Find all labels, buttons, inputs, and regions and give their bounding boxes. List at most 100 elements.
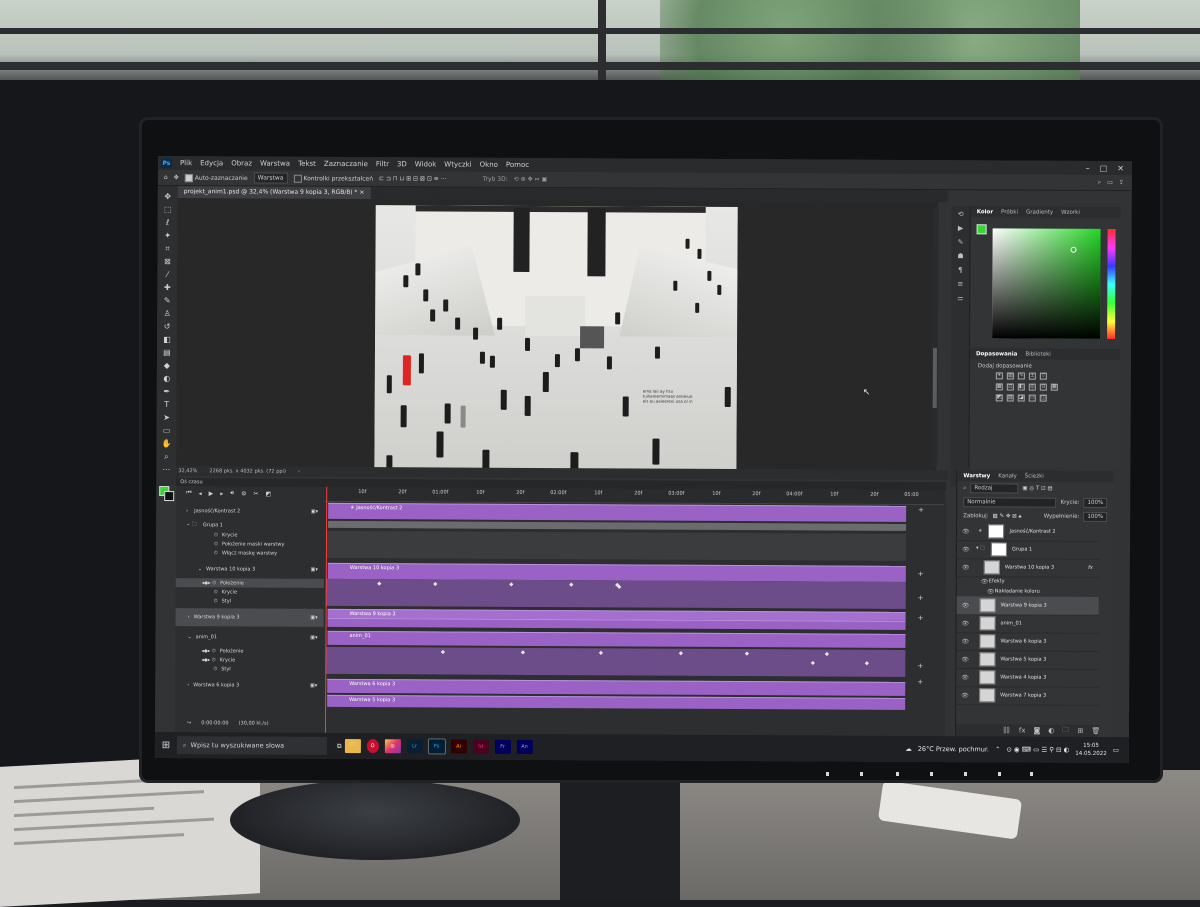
lightroom-icon[interactable]: Lr [406,739,423,754]
menu-layer[interactable]: Warstwa [256,160,294,168]
blur-tool-icon[interactable]: ◆ [162,361,172,371]
clip-bar[interactable]: anim_01 [327,630,906,648]
background-color-swatch[interactable] [164,491,175,502]
document-tab[interactable]: projekt_anim1.psd @ 32,4% (Warstwa 9 kop… [177,186,371,200]
add-media-icon[interactable]: + [918,506,926,514]
timeline-tracks[interactable]: ☀ Jasność/Kontrast 2 Warstwa 10 kopia 3 … [325,501,907,736]
track-header[interactable] [175,694,323,703]
group-bar[interactable] [328,520,907,531]
go-first-frame-icon[interactable]: ⏮ [186,489,191,497]
clip-bar[interactable]: ☀ Jasność/Kontrast 2 [328,502,907,522]
next-frame-icon[interactable]: ▸ [220,490,223,497]
visibility-eye-icon[interactable]: 👁︎ [962,546,970,553]
layer-row[interactable]: 👁︎ Warstwa 10 kopia 3 fx [956,558,1099,578]
transform-controls-checkbox[interactable]: Kontrolki przekształceń [293,174,373,183]
previous-frame-icon[interactable]: ◂ [199,490,202,497]
tray-chevron-icon[interactable]: ⌃ [995,745,1000,753]
visibility-eye-icon[interactable]: 👁︎ [987,588,995,595]
more-tools-icon[interactable]: ⋯ [161,465,171,475]
fx-icon[interactable]: fx [1088,565,1099,571]
visibility-eye-icon[interactable]: 👁︎ [981,578,989,585]
add-media-icon[interactable]: + [917,678,925,686]
layer-row[interactable]: 👁︎ ▾ 🗀︎ Grupa 1 [956,540,1099,560]
stopwatch-icon[interactable]: ⏱ [214,589,218,595]
link-icon[interactable]: ⛓︎ [1002,726,1011,734]
people-icon[interactable]: ☗ [955,252,965,260]
type-tool-icon[interactable]: T [162,400,172,410]
layer-row[interactable]: 👁︎ anim_01 [956,614,1099,634]
canvas-area[interactable]: ama laii ay hsu tuiliareemimaas ereieiue… [176,198,938,472]
share-icon[interactable]: ⇪ [1119,179,1132,186]
healing-brush-icon[interactable]: ✚ [162,283,172,293]
visibility-eye-icon[interactable]: 👁︎ [962,564,970,571]
opacity-input[interactable]: 100% [1083,497,1108,508]
lock-icons[interactable]: ▦ ✎ ✥ ⊠ 🔒︎ [993,513,1022,520]
visibility-eye-icon[interactable]: 👁︎ [961,674,969,681]
weather-text[interactable]: 26°C Przew. pochmur. [918,745,989,753]
layer-row[interactable]: 👁︎ Warstwa 5 kopia 3 [956,650,1099,670]
visibility-eye-icon[interactable]: 👁︎ [962,620,970,627]
zoom-level[interactable]: 32,42% [178,468,197,474]
tab-patterns[interactable]: Wzorki [1061,209,1080,215]
track-menu-icon[interactable]: ▣▾ [311,509,324,515]
crop-tool-icon[interactable]: ⌗ [162,244,172,254]
menu-filter[interactable]: Filtr [372,160,393,168]
vibrance-icon[interactable]: ▽ [1039,372,1047,380]
tab-color[interactable]: Kolor [977,209,993,215]
tab-channels[interactable]: Kanały [998,473,1017,479]
add-media-icon[interactable]: + [917,662,925,670]
notifications-icon[interactable]: ▭ [1113,746,1119,754]
monitor-button[interactable] [998,772,1001,776]
layer-row[interactable]: 👁︎ ☀ Jasność/Kontrast 2 [956,522,1100,542]
property-row[interactable]: ⏱ Włącz maskę warstwy [176,548,324,558]
opera-icon[interactable]: O [366,739,379,754]
trash-icon[interactable]: 🗑︎ [1091,727,1100,735]
color-lookup-icon[interactable]: ▦ [1050,383,1058,391]
brush-tool-icon[interactable]: ✎ [162,296,172,306]
fresco-icon[interactable]: Fr [494,739,511,754]
selective-color-icon[interactable]: ◫ [1039,394,1047,402]
exposure-icon[interactable]: ± [1028,372,1036,380]
weather-icon[interactable]: ☁ [905,745,912,753]
menu-3d[interactable]: 3D [393,160,411,168]
settings-gear-icon[interactable]: ⚙ [241,490,246,497]
monitor-button[interactable] [896,772,899,776]
menu-help[interactable]: Pomoc [502,161,533,169]
search-icon[interactable]: ⌕ [1098,178,1101,186]
menu-select[interactable]: Zaznaczanie [320,160,372,168]
monitor-button[interactable] [964,772,967,776]
hand-tool-icon[interactable]: ✋ [161,439,171,449]
monitor-power-button[interactable] [1030,772,1033,776]
new-layer-icon[interactable]: ⊞ [1077,727,1083,735]
close-tab-icon[interactable]: × [359,189,364,196]
stamp-tool-icon[interactable]: ♙ [162,309,172,319]
status-arrow-icon[interactable]: › [298,469,300,475]
clip-bar[interactable]: Warstwa 5 kopia 3 [327,694,906,710]
filter-icons[interactable]: ▣ ◎ T ⊡ ▤ [1022,486,1052,492]
tab-paths[interactable]: Ścieżki [1025,473,1044,479]
visibility-eye-icon[interactable]: 👁︎ [961,692,969,699]
mask-icon[interactable]: ◙ [1033,727,1040,735]
gradient-tool-icon[interactable]: ▤ [162,348,172,358]
paragraph-icon[interactable]: ¶ [955,266,965,274]
hue-slider[interactable] [1107,228,1116,340]
track-header[interactable]: › Jasność/Kontrast 2 ▣▾ [176,504,324,519]
home-icon[interactable]: ⌂ [164,174,168,181]
posterize-icon[interactable]: ▨ [1006,394,1014,402]
layer-row[interactable]: 👁︎ Warstwa 6 kopia 3 [956,632,1099,652]
track-header[interactable]: ⌄ anim_01 ▣▾ [175,630,323,645]
track-header[interactable]: › Warstwa 6 kopia 3 ▣▾ [175,678,323,693]
add-media-icon[interactable]: + [918,614,926,622]
sliders-icon[interactable]: ⚌ [955,294,965,302]
illustrator-icon[interactable]: Ai [450,739,467,754]
render-icon[interactable]: ↪ [187,720,191,726]
track-menu-icon[interactable]: ▣▾ [310,615,323,621]
panel-foreground-swatch[interactable] [976,224,987,235]
lasso-tool-icon[interactable]: ℓ [163,218,173,228]
photo-filter-icon[interactable]: ◎ [1028,383,1036,391]
magic-wand-icon[interactable]: ✦ [163,231,173,241]
stopwatch-icon[interactable]: ⏱ [213,666,217,672]
zoom-tool-icon[interactable]: ⌕ [161,452,171,462]
visibility-eye-icon[interactable]: 👁︎ [962,602,970,609]
track-header-selected[interactable]: › Warstwa 9 kopia 3 ▣▾ [175,608,324,627]
